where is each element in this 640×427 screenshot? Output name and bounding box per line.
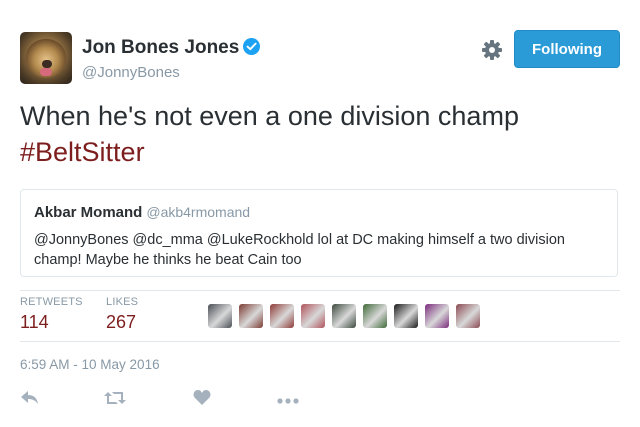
liker-avatar-5[interactable] [332, 304, 356, 328]
avatar[interactable] [20, 32, 72, 84]
more-icon[interactable] [277, 392, 299, 412]
quoted-tweet[interactable]: Akbar Momand @akb4rmomand @JonnyBones @dc… [20, 189, 618, 277]
liker-avatar-4[interactable] [301, 304, 325, 328]
like-icon[interactable] [193, 389, 215, 409]
quoted-tweet-text: @JonnyBones @dc_mma @LukeRockhold lol at… [34, 232, 565, 268]
divider [20, 290, 620, 291]
retweets-label: RETWEETS [20, 296, 83, 308]
user-name[interactable]: Jon Bones Jones [82, 37, 261, 59]
likes-stat[interactable]: LIKES 267 [106, 296, 138, 333]
liker-avatar-3[interactable] [270, 304, 294, 328]
tweet-body: When he's not even a one division champ [20, 101, 519, 131]
user-handle[interactable]: @JonnyBones [82, 64, 180, 81]
quoted-user-name: Akbar Momand [34, 204, 143, 221]
verified-icon [243, 38, 261, 55]
retweet-icon[interactable] [104, 389, 126, 409]
gear-icon[interactable] [481, 39, 503, 61]
quoted-user-handle: @akb4rmomand [146, 204, 251, 220]
avatar-detail [42, 60, 52, 68]
likes-count: 267 [106, 312, 137, 332]
tweet-text: When he's not even a one division champ … [20, 98, 620, 170]
following-button[interactable]: Following [514, 30, 620, 68]
divider [20, 341, 620, 342]
quoted-user: Akbar Momand @akb4rmomand [34, 204, 250, 221]
reply-icon[interactable] [20, 389, 42, 409]
tweet-header: Jon Bones Jones @JonnyBones Following [20, 28, 620, 88]
avatar-detail [40, 68, 52, 76]
retweet-stat[interactable]: RETWEETS 114 [20, 296, 83, 333]
liker-avatar-6[interactable] [363, 304, 387, 328]
user-name-text: Jon Bones Jones [82, 37, 240, 58]
hashtag-link[interactable]: #BeltSitter [20, 134, 620, 170]
liker-avatar-9[interactable] [456, 304, 480, 328]
retweets-count: 114 [20, 312, 49, 332]
liker-avatar-7[interactable] [394, 304, 418, 328]
liker-avatar-1[interactable] [208, 304, 232, 328]
tweet-timestamp[interactable]: 6:59 AM - 10 May 2016 [20, 357, 160, 372]
liker-avatar-8[interactable] [425, 304, 449, 328]
likes-label: LIKES [106, 296, 139, 308]
liker-avatar-2[interactable] [239, 304, 263, 328]
